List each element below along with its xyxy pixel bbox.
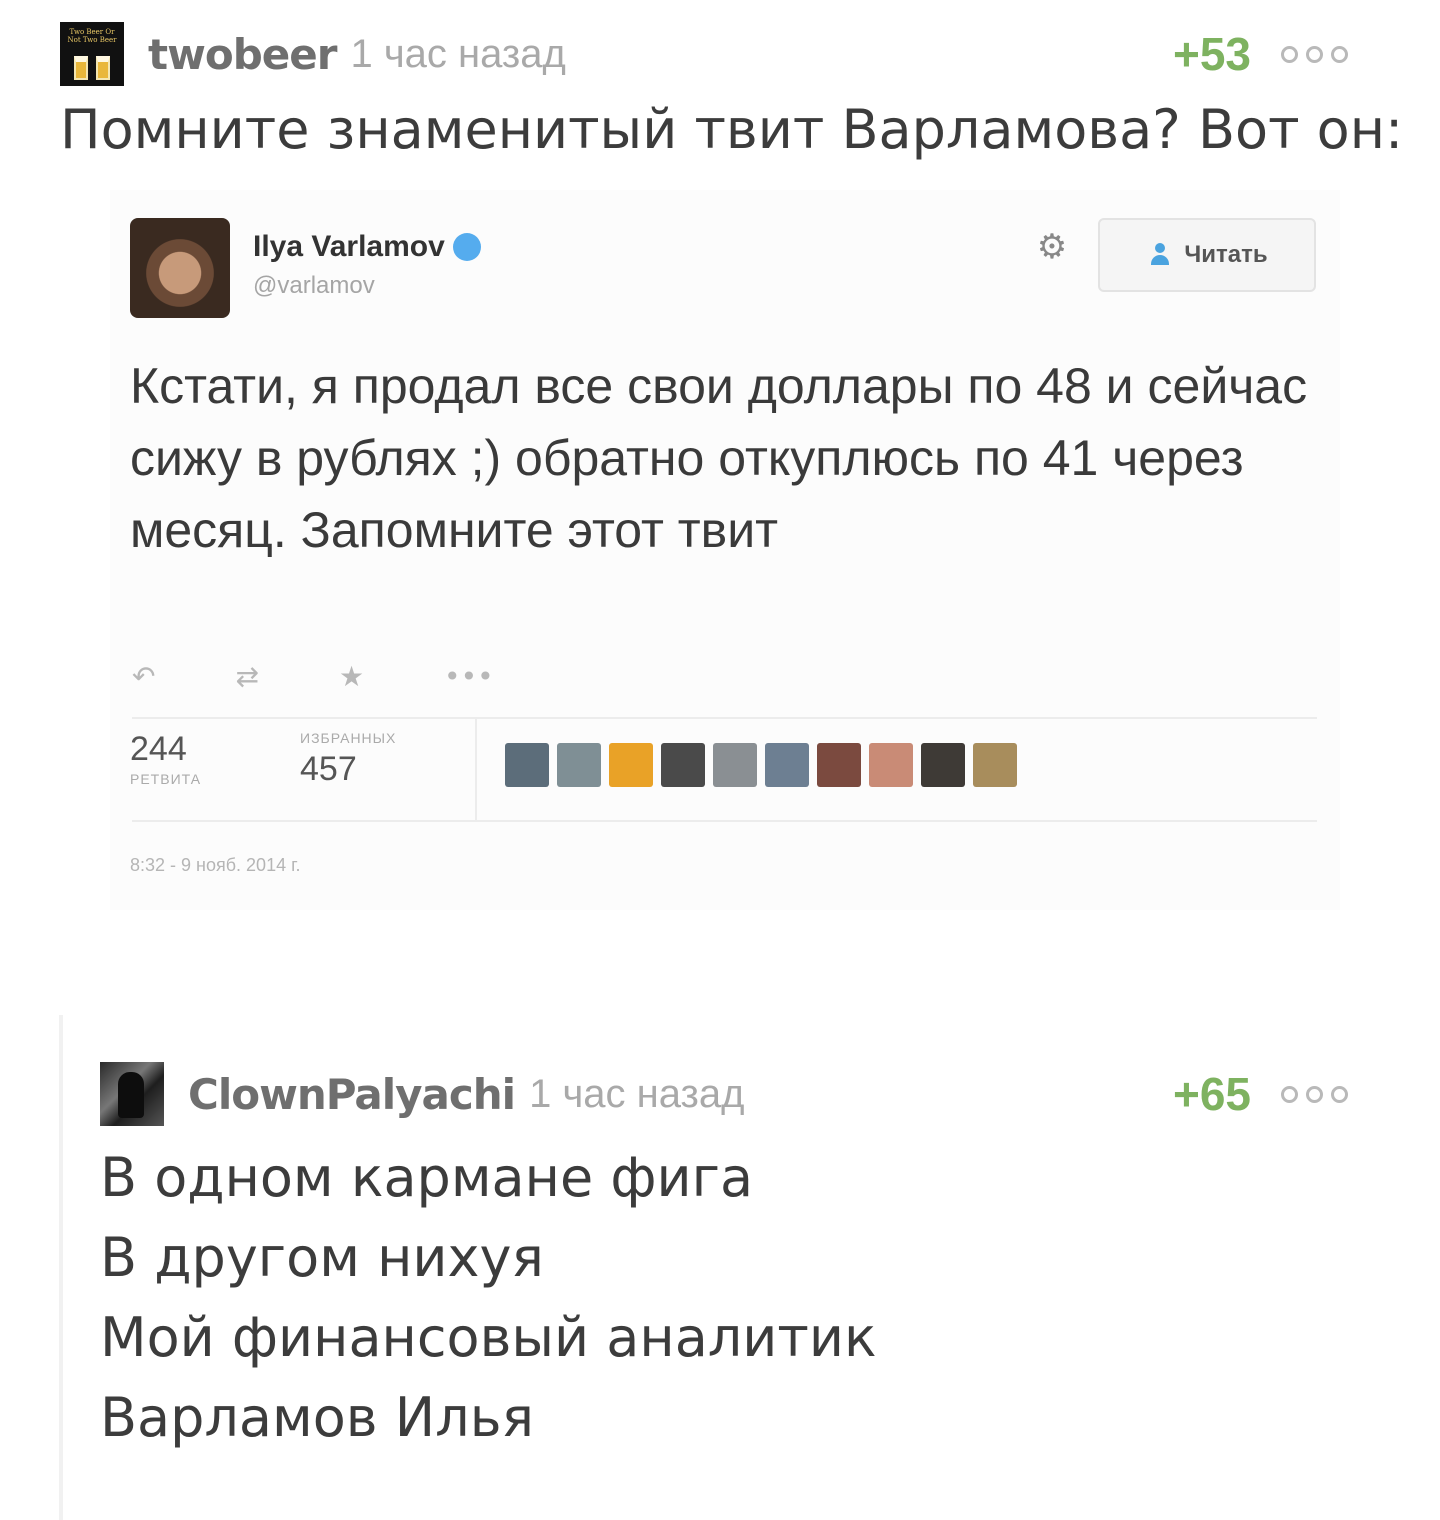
beer-glass-icon xyxy=(96,56,110,80)
favoriter-avatar xyxy=(765,743,809,787)
favoriter-avatar xyxy=(869,743,913,787)
comment-header: ClownPalyachi 1 час назад +65 xyxy=(100,1060,1360,1128)
more-options-button[interactable] xyxy=(1281,45,1348,63)
favoriter-avatar xyxy=(661,743,705,787)
comment-text: Помните знаменитый твит Варламова? Вот о… xyxy=(60,98,1404,161)
tweet-date: 8:32 - 9 нояб. 2014 г. xyxy=(130,855,301,875)
beer-glass-icon xyxy=(74,56,88,80)
comment-time: 1 час назад xyxy=(350,31,566,76)
tweet-actions: ↶ ⇄ ★ ••• xyxy=(132,660,494,693)
favoriter-avatar xyxy=(921,743,965,787)
more-icon: ••• xyxy=(444,660,494,693)
comment-text: В одном кармане фига В другом нихуя Мой … xyxy=(100,1138,877,1458)
divider xyxy=(475,718,477,820)
favorite-icon: ★ xyxy=(338,660,365,693)
username-link[interactable]: ClownPalyachi xyxy=(188,1070,516,1119)
dot-icon xyxy=(1281,45,1298,63)
dot-icon xyxy=(1331,45,1348,63)
favorites-stat: ИЗБРАННЫХ 457 xyxy=(300,730,396,789)
embedded-tweet-image[interactable]: Ilya Varlamov @varlamov ⚙ Читать Кстати,… xyxy=(110,190,1340,910)
tweet-handle: @varlamov xyxy=(253,272,375,299)
favorites-count: 457 xyxy=(300,750,357,788)
username-link[interactable]: twobeer xyxy=(148,30,337,79)
verified-badge-icon xyxy=(452,233,481,261)
comment-header: Two Beer Or Not Two Beer twobeer 1 час н… xyxy=(60,20,1360,88)
retweet-icon: ⇄ xyxy=(235,660,259,693)
more-options-button[interactable] xyxy=(1281,1085,1348,1103)
comment-rating: +65 xyxy=(1172,1068,1251,1120)
dot-icon xyxy=(1281,1085,1298,1103)
favoriter-avatar xyxy=(557,743,601,787)
comment-line: В другом нихуя xyxy=(100,1226,544,1289)
comment-line: В одном кармане фига xyxy=(100,1146,754,1209)
reply-icon: ↶ xyxy=(132,660,156,693)
user-avatar[interactable]: Two Beer Or Not Two Beer xyxy=(60,22,124,86)
comment-rating: +53 xyxy=(1172,28,1251,80)
follow-label: Читать xyxy=(1184,241,1268,268)
follow-button: Читать xyxy=(1098,218,1316,292)
dot-icon xyxy=(1306,45,1323,63)
favoriters-avatars xyxy=(505,743,1017,787)
gear-icon: ⚙ xyxy=(1036,227,1068,267)
divider xyxy=(132,820,1317,822)
favorites-label: ИЗБРАННЫХ xyxy=(300,730,397,746)
divider xyxy=(132,717,1317,719)
dot-icon xyxy=(1331,1085,1348,1103)
noir-figure-icon xyxy=(118,1072,144,1118)
comment-time: 1 час назад xyxy=(529,1071,745,1116)
comment-clownpalyachi: ClownPalyachi 1 час назад +65 В одном ка… xyxy=(0,1015,1440,1520)
retweets-stat: 244 РЕТВИТА xyxy=(130,730,201,787)
tweet-author: Ilya Varlamov xyxy=(253,230,481,264)
favoriter-avatar xyxy=(973,743,1017,787)
comment-line: Мой финансовый аналитик xyxy=(100,1306,877,1369)
avatar-logo-text: Two Beer Or Not Two Beer xyxy=(67,28,117,44)
comment-line: Варламов Илья xyxy=(100,1386,535,1449)
favoriter-avatar xyxy=(609,743,653,787)
tweet-author-name: Ilya Varlamov xyxy=(253,230,445,263)
tweet-text: Кстати, я продал все свои доллары по 48 … xyxy=(130,358,1308,558)
retweets-count: 244 xyxy=(130,730,187,768)
favoriter-avatar xyxy=(713,743,757,787)
retweets-label: РЕТВИТА xyxy=(130,771,202,787)
dot-icon xyxy=(1306,1085,1323,1103)
add-user-icon xyxy=(1146,243,1174,267)
user-avatar[interactable] xyxy=(100,1062,164,1126)
comment-twobeer: Two Beer Or Not Two Beer twobeer 1 час н… xyxy=(0,0,1440,1000)
tweet-author-avatar xyxy=(130,218,230,318)
favoriter-avatar xyxy=(505,743,549,787)
favoriter-avatar xyxy=(817,743,861,787)
